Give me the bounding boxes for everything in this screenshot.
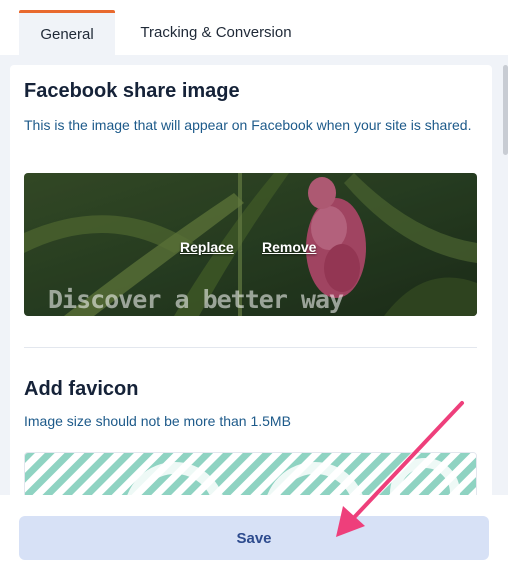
tab-tracking-label: Tracking & Conversion — [140, 24, 292, 41]
tab-general[interactable]: General — [19, 10, 115, 55]
section-divider — [24, 347, 477, 348]
save-button[interactable]: Save — [19, 516, 489, 560]
remove-link[interactable]: Remove — [262, 239, 316, 255]
settings-card: Facebook share image This is the image t… — [10, 65, 492, 495]
facebook-share-image: Replace Remove Discover a better way — [24, 173, 477, 316]
facebook-share-description: This is the image that will appear on Fa… — [24, 117, 472, 133]
tab-general-label: General — [40, 25, 94, 43]
favicon-title: Add favicon — [24, 378, 139, 400]
footer-bar: Save — [0, 495, 508, 575]
replace-link[interactable]: Replace — [180, 239, 234, 255]
share-image-caption: Discover a better way — [48, 285, 344, 314]
tab-tracking-conversion[interactable]: Tracking & Conversion — [126, 10, 306, 55]
favicon-preview[interactable] — [24, 452, 477, 495]
tab-bar: General Tracking & Conversion — [0, 0, 508, 55]
favicon-description: Image size should not be more than 1.5MB — [24, 413, 291, 429]
facebook-share-title: Facebook share image — [24, 80, 240, 102]
favicon-pattern-image — [25, 453, 476, 495]
settings-panel: Facebook share image This is the image t… — [0, 55, 508, 495]
scrollbar-thumb[interactable] — [503, 65, 508, 155]
